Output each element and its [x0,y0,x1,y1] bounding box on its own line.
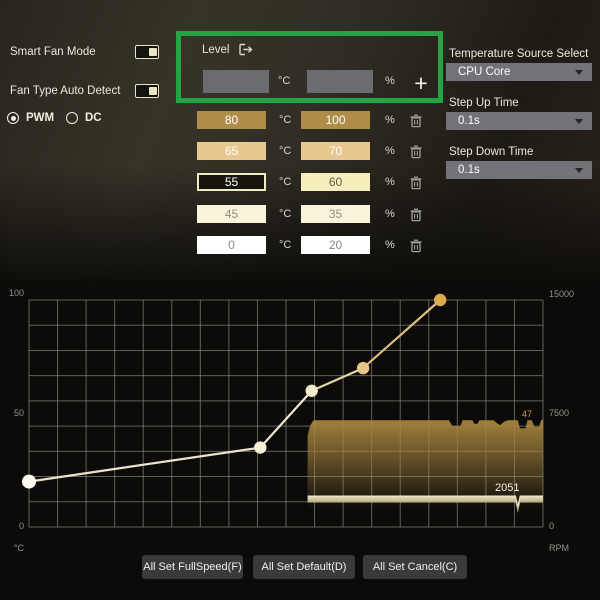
new-level-temp-input[interactable] [203,70,269,93]
level-row: °C % [0,142,440,160]
y-right-unit-label: RPM [549,543,569,553]
chevron-down-icon [575,119,583,124]
y-left-tick-100: 100 [0,288,24,298]
curve-point[interactable] [434,294,446,306]
chevron-down-icon [575,70,583,75]
duty-unit-label: % [385,208,395,220]
y-left-tick-50: 50 [0,408,24,418]
delete-level-icon[interactable] [409,207,423,222]
level-temp-input[interactable] [197,205,266,223]
temp-unit-label: °C [278,75,290,87]
y-right-tick-0: 0 [549,521,554,531]
delete-level-icon[interactable] [409,113,423,128]
toggle-knob [149,87,157,95]
all-set-fullspeed-button[interactable]: All Set FullSpeed(F) [142,555,243,579]
duty-unit-label: % [385,75,395,87]
temp-unit-label: °C [279,145,291,157]
y-right-tick-15000: 15000 [549,289,574,299]
level-duty-input[interactable] [301,205,370,223]
duty-unit-label: % [385,114,395,126]
curve-point[interactable] [306,385,318,397]
delete-level-icon[interactable] [409,144,423,159]
all-set-cancel-button[interactable]: All Set Cancel(C) [363,555,467,579]
level-export-icon [239,43,253,56]
level-row: °C % [0,111,440,129]
temp-unit-label: °C [279,239,291,251]
step-up-time-label: Step Up Time [449,97,519,109]
smart-fan-mode-toggle[interactable] [135,45,159,59]
y-left-tick-0: 0 [0,521,24,531]
add-level-editor: Level °C % + [176,31,443,103]
step-down-time-label: Step Down Time [449,146,533,158]
temperature-source-select[interactable]: CPU Core [446,63,592,81]
all-set-default-button[interactable]: All Set Default(D) [253,555,355,579]
curve-point[interactable] [22,475,36,489]
level-row: °C % [0,205,440,223]
smart-fan-mode-label: Smart Fan Mode [10,46,96,58]
duty-unit-label: % [385,145,395,157]
step-up-time-select[interactable]: 0.1s [446,112,592,130]
new-level-duty-input[interactable] [307,70,373,93]
level-label: Level [202,44,230,56]
curve-point[interactable] [357,362,369,374]
temp-unit-label: °C [279,114,291,126]
temp-unit-label: °C [279,208,291,220]
chevron-down-icon [575,168,583,173]
fan-type-auto-detect-toggle[interactable] [135,84,159,98]
fan-type-auto-detect-label: Fan Type Auto Detect [10,85,120,97]
delete-level-icon[interactable] [409,175,423,190]
add-level-button[interactable]: + [409,70,433,96]
level-header: Level [202,43,253,56]
step-down-time-value: 0.1s [458,164,480,176]
step-up-time-value: 0.1s [458,115,480,127]
temperature-source-value: CPU Core [458,66,510,78]
level-duty-input[interactable] [301,236,370,254]
temperature-source-label: Temperature Source Select [449,48,588,60]
level-temp-input[interactable] [197,111,266,129]
x-axis-unit-label: °C [0,543,24,553]
temp-unit-label: °C [279,176,291,188]
y-right-tick-7500: 7500 [549,408,569,418]
delete-level-icon[interactable] [409,238,423,253]
current-temperature-label: 47 [522,409,532,419]
level-row: °C % [0,236,440,254]
level-temp-input[interactable] [197,236,266,254]
curve-point[interactable] [254,441,266,453]
level-duty-input[interactable] [301,142,370,160]
toggle-knob [149,48,157,56]
level-temp-input[interactable] [197,142,266,160]
level-row: °C % [0,173,440,191]
duty-unit-label: % [385,239,395,251]
level-temp-input[interactable] [197,173,266,191]
fan-curve-segment [312,368,363,391]
current-rpm-label: 2051 [495,482,519,494]
duty-unit-label: % [385,176,395,188]
level-duty-input[interactable] [301,111,370,129]
step-down-time-select[interactable]: 0.1s [446,161,592,179]
level-duty-input[interactable] [301,173,370,191]
fan-curve-chart: 47 2051 [0,285,600,560]
fan-control-panel: Smart Fan Mode Fan Type Auto Detect PWM … [0,0,600,600]
temperature-history-area [308,419,543,527]
